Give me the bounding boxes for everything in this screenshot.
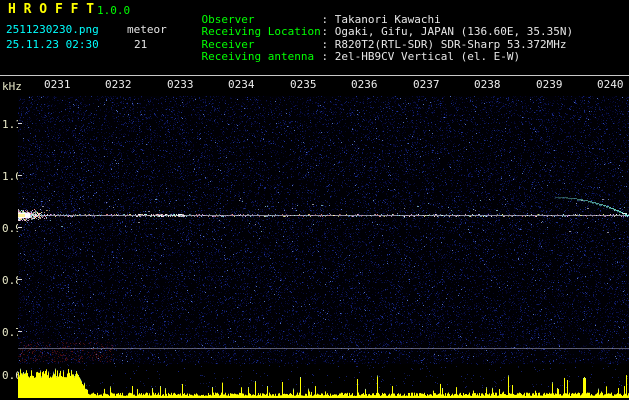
- x-tick-label: 0239: [536, 78, 563, 91]
- timestamp: 25.11.23 02:30: [6, 38, 99, 51]
- x-tick-label: 0238: [474, 78, 501, 91]
- mode-label: meteor: [127, 23, 167, 36]
- x-tick-label: 0233: [167, 78, 194, 91]
- x-tick-label: 0240: [597, 78, 624, 91]
- x-tick-label: 0235: [290, 78, 317, 91]
- info-label: Receiving antenna: [201, 50, 315, 63]
- echo-count: 21: [134, 38, 148, 51]
- spectrogram-canvas: [18, 96, 629, 364]
- x-tick-label: 0237: [413, 78, 440, 91]
- x-tick-label: 0231: [44, 78, 71, 91]
- y-axis-unit-label: kHz: [2, 80, 22, 93]
- x-tick-label: 0232: [105, 78, 132, 91]
- header-divider: [0, 75, 629, 76]
- info-value: : 2el-HB9CV Vertical (el. E-W): [321, 50, 521, 63]
- output-filename: 2511230230.png: [6, 23, 99, 36]
- hrofft-output-window: H R O F F T 1.0.0 2511230230.png meteor …: [0, 0, 629, 400]
- info-row-receiving-antenna: Receiving antenna : 2el-HB9CV Vertical (e…: [175, 40, 521, 73]
- level-strip-canvas: [18, 364, 629, 398]
- x-tick-label: 0234: [228, 78, 255, 91]
- app-title: H R O F F T: [8, 2, 95, 17]
- x-tick-label: 0236: [351, 78, 378, 91]
- app-version: 1.0.0: [97, 4, 131, 17]
